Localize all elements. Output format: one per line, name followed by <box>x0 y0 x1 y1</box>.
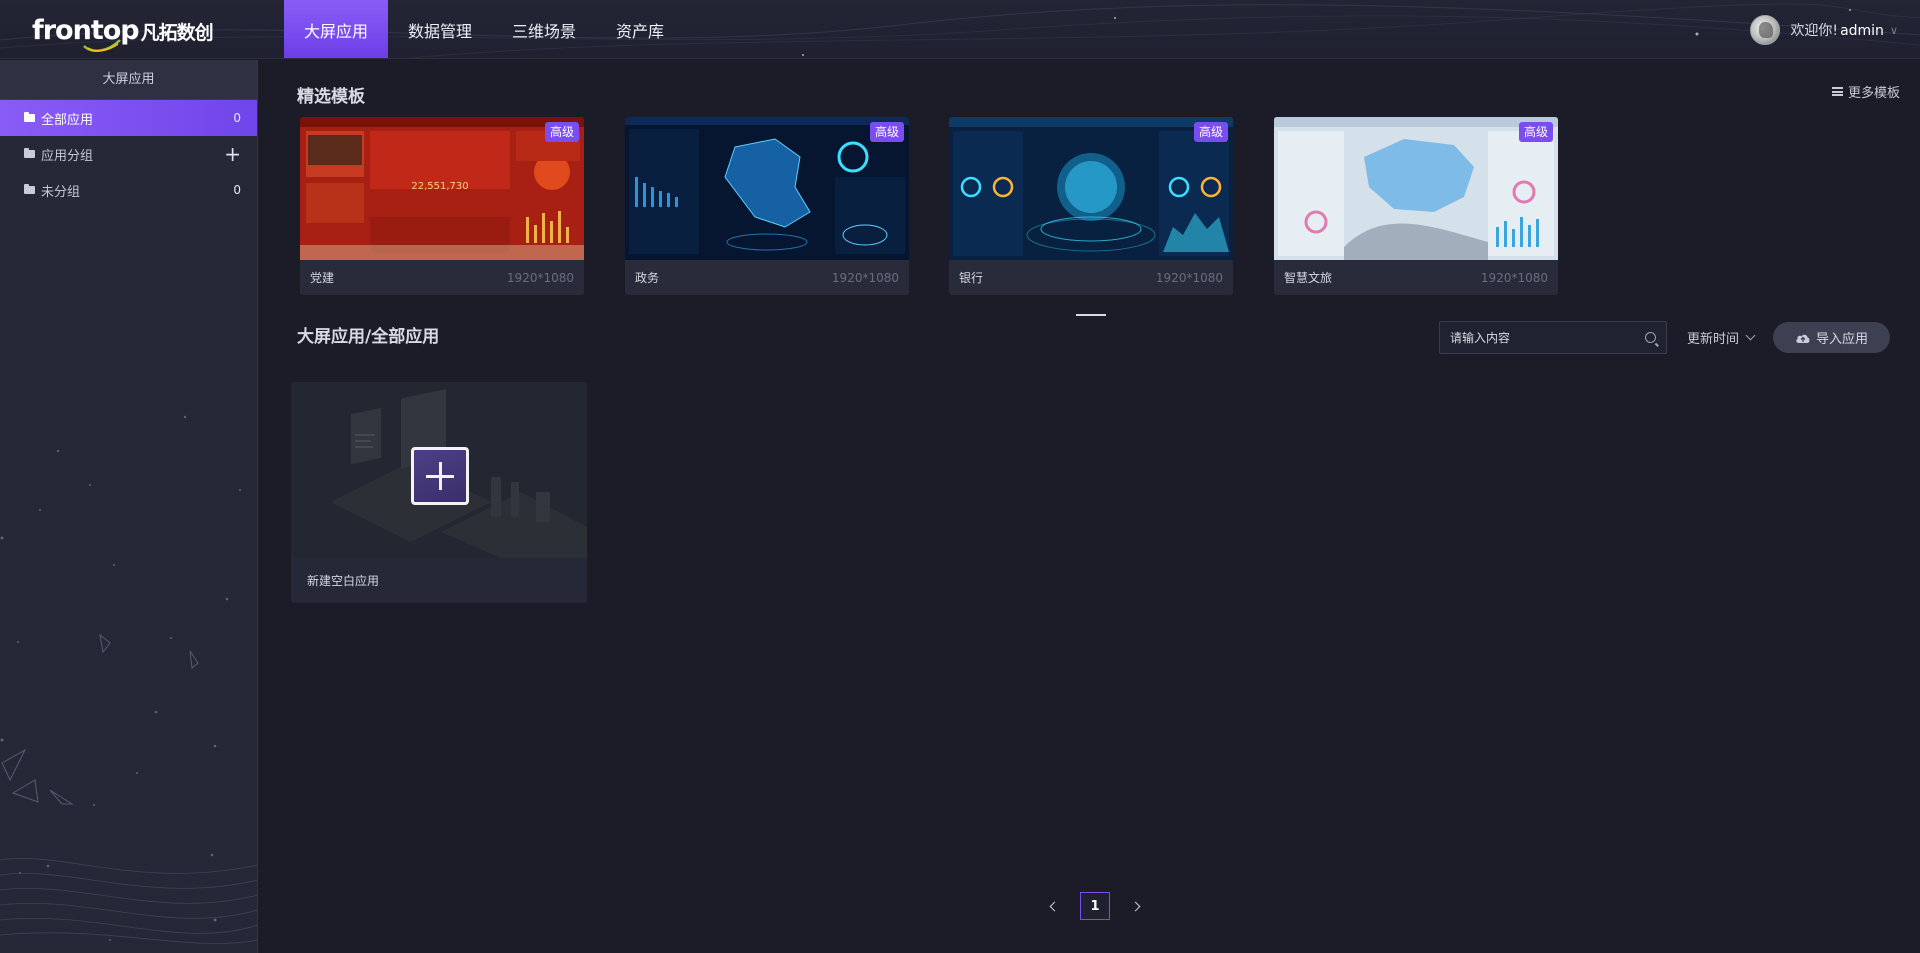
premium-badge: 高级 <box>1193 122 1228 142</box>
template-size: 1920*1080 <box>831 270 899 285</box>
search-box <box>1439 321 1667 354</box>
template-card-government[interactable]: 高级 政务 1920*1080 <box>625 117 909 295</box>
sidebar-item-label: 应用分组 <box>41 148 94 164</box>
template-thumbnail: 高级 <box>949 117 1233 260</box>
page-number-current[interactable]: 1 <box>1080 892 1110 920</box>
main-content: 精选模板 更多模板 22,551,730 高级 党建 1920*1080 高级 … <box>259 60 1920 953</box>
nav-tab-asset-library[interactable]: 资产库 <box>596 0 684 58</box>
template-size: 1920*1080 <box>506 270 574 285</box>
chevron-down-icon[interactable]: ∨ <box>1890 24 1898 37</box>
sidebar-item-app-groups[interactable]: 应用分组 + <box>0 136 257 172</box>
add-group-icon[interactable]: + <box>224 144 241 164</box>
welcome-text: 欢迎你! admin <box>1790 23 1884 39</box>
template-name: 智慧文旅 <box>1284 271 1333 285</box>
premium-badge: 高级 <box>869 122 904 142</box>
premium-badge: 高级 <box>544 122 579 142</box>
folder-icon <box>24 112 35 122</box>
sidebar: 大屏应用 全部应用 0 应用分组 + 未分组 0 <box>0 60 258 953</box>
brand-logo[interactable]: frontop 凡拓数创 <box>32 14 214 52</box>
premium-badge: 高级 <box>1518 122 1553 142</box>
template-card-bank[interactable]: 高级 银行 1920*1080 <box>949 117 1233 295</box>
username: admin <box>1840 23 1884 39</box>
main-nav: 大屏应用 数据管理 三维场景 资产库 <box>284 0 684 58</box>
template-name: 党建 <box>310 271 335 285</box>
pagination: 1 <box>1039 892 1151 920</box>
sidebar-item-count: 0 <box>233 111 241 125</box>
sort-dropdown[interactable]: 更新时间 <box>1687 328 1756 347</box>
sidebar-item-ungrouped[interactable]: 未分组 0 <box>0 172 257 208</box>
avatar[interactable] <box>1750 15 1781 45</box>
template-thumbnail: 22,551,730 高级 <box>300 117 584 260</box>
sidebar-item-count: 0 <box>233 183 241 197</box>
svg-text:22,551,730: 22,551,730 <box>411 181 468 192</box>
folder-icon <box>24 184 35 194</box>
template-size: 1920*1080 <box>1155 270 1223 285</box>
nav-tab-data-management[interactable]: 数据管理 <box>388 0 492 58</box>
cloud-upload-icon <box>1796 334 1810 343</box>
chevron-right-icon <box>1130 901 1141 911</box>
apps-section-title: 大屏应用/全部应用 <box>297 327 440 347</box>
prev-page-button[interactable] <box>1039 892 1067 920</box>
more-templates-link[interactable]: 更多模板 <box>1831 82 1900 101</box>
search-input[interactable] <box>1450 330 1645 345</box>
add-icon <box>411 447 469 505</box>
import-app-label: 导入应用 <box>1815 332 1868 347</box>
template-card-party[interactable]: 22,551,730 高级 党建 1920*1080 <box>300 117 584 295</box>
chevron-down-icon <box>1745 330 1756 341</box>
template-size: 1920*1080 <box>1480 270 1548 285</box>
sidebar-title: 大屏应用 <box>0 60 257 100</box>
logo-swoosh-icon <box>83 39 121 52</box>
new-app-label: 新建空白应用 <box>307 574 380 588</box>
chevron-left-icon <box>1049 901 1060 911</box>
nav-tab-3d-scene[interactable]: 三维场景 <box>492 0 596 58</box>
top-header: frontop 凡拓数创 大屏应用 数据管理 三维场景 资产库 欢迎你! admi… <box>0 0 1920 59</box>
template-name: 银行 <box>959 271 984 285</box>
more-templates-label: 更多模板 <box>1847 86 1900 101</box>
carousel-indicator[interactable] <box>1076 314 1106 316</box>
logo-chinese: 凡拓数创 <box>140 22 214 44</box>
template-thumbnail: 高级 <box>1274 117 1558 260</box>
template-thumbnail: 高级 <box>625 117 909 260</box>
new-app-thumbnail <box>291 382 587 558</box>
next-page-button[interactable] <box>1123 892 1151 920</box>
sidebar-item-all-apps[interactable]: 全部应用 0 <box>0 100 257 136</box>
nav-tab-big-screen[interactable]: 大屏应用 <box>284 0 389 58</box>
template-card-tourism[interactable]: 高级 智慧文旅 1920*1080 <box>1274 117 1558 295</box>
user-menu[interactable]: 欢迎你! admin ∨ <box>1750 14 1898 46</box>
featured-templates-title: 精选模板 <box>297 87 365 107</box>
list-icon <box>1831 87 1843 96</box>
import-app-button[interactable]: 导入应用 <box>1773 322 1890 353</box>
sidebar-item-label: 未分组 <box>41 184 81 200</box>
sort-label: 更新时间 <box>1687 332 1740 347</box>
template-name: 政务 <box>635 271 660 285</box>
new-blank-app-card[interactable]: 新建空白应用 <box>291 382 587 603</box>
sidebar-item-label: 全部应用 <box>41 112 94 128</box>
search-icon[interactable] <box>1645 332 1656 343</box>
folder-icon <box>24 148 35 158</box>
